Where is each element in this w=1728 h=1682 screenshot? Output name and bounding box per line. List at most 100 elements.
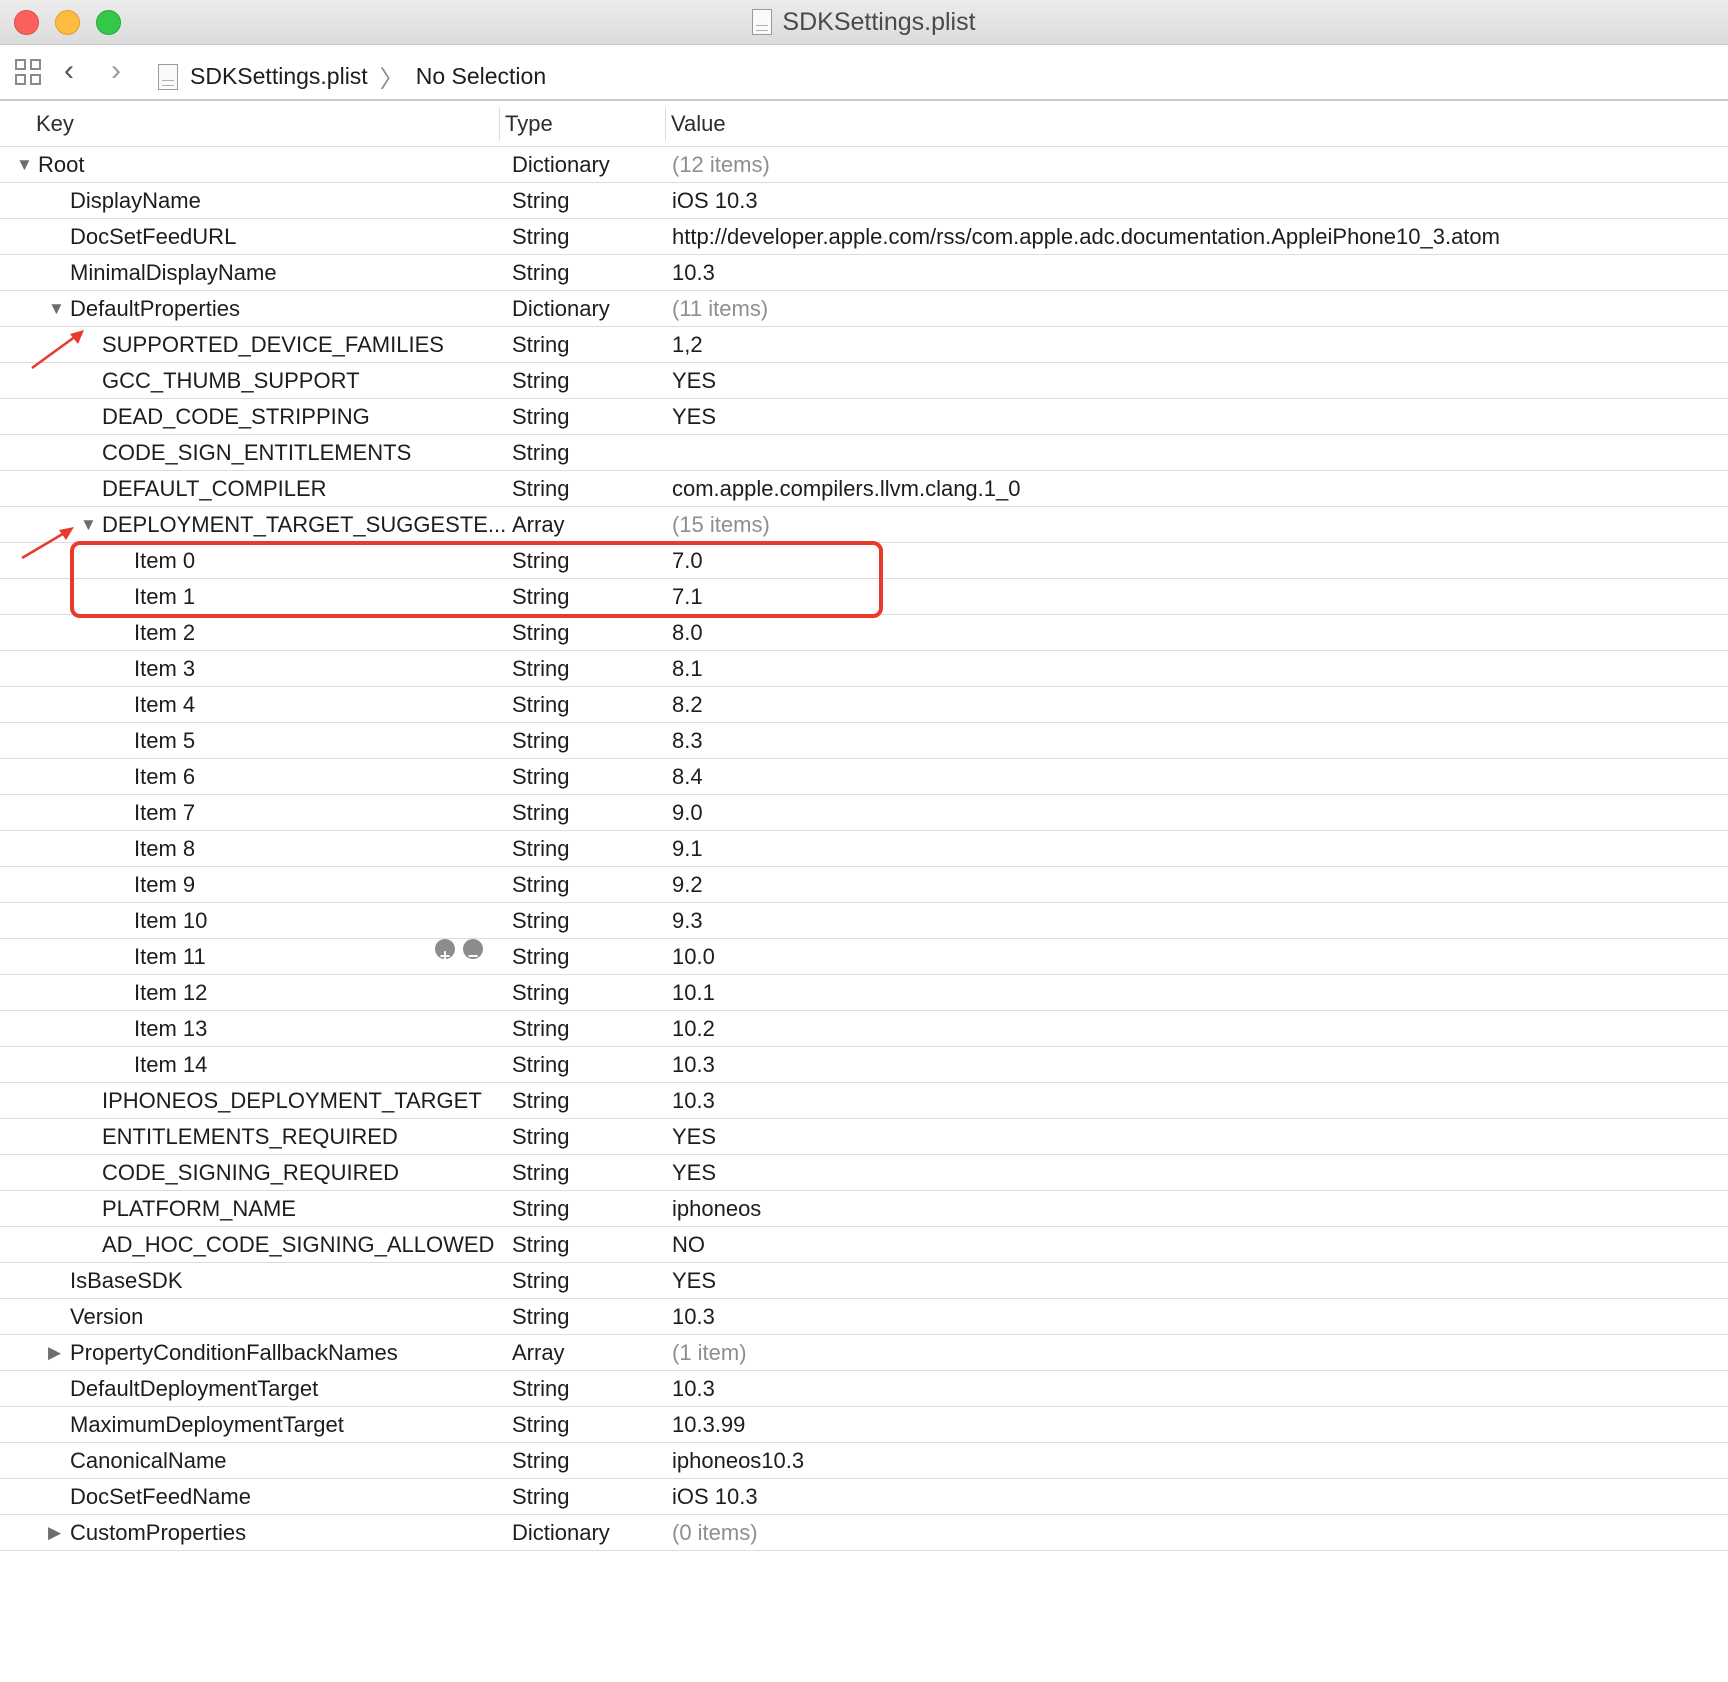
breadcrumb-file[interactable]: SDKSettings.plist <box>190 63 368 90</box>
row-type[interactable]: String <box>512 1371 569 1406</box>
row-key[interactable]: PropertyConditionFallbackNames <box>70 1335 398 1370</box>
row-key[interactable]: MaximumDeploymentTarget <box>70 1407 344 1442</box>
row-key[interactable]: DEFAULT_COMPILER <box>102 471 327 506</box>
row-type[interactable]: String <box>512 255 569 290</box>
table-row[interactable]: ▶ PropertyConditionFallbackNames Array (1 i… <box>0 1335 1728 1371</box>
row-type[interactable]: String <box>512 687 569 722</box>
table-row[interactable]: Item 7 String 9.0 <box>0 795 1728 831</box>
row-type[interactable]: Dictionary <box>512 291 610 326</box>
row-key[interactable]: Item 9 <box>134 867 195 902</box>
row-value[interactable]: 9.2 <box>672 867 703 902</box>
column-divider[interactable] <box>499 107 500 141</box>
row-key[interactable]: IsBaseSDK <box>70 1263 183 1298</box>
row-key[interactable]: IPHONEOS_DEPLOYMENT_TARGET <box>102 1083 482 1118</box>
table-row[interactable]: DisplayName String iOS 10.3 <box>0 183 1728 219</box>
row-key[interactable]: CODE_SIGN_ENTITLEMENTS <box>102 435 411 470</box>
table-row[interactable]: Item 12 String 10.1 <box>0 975 1728 1011</box>
row-value[interactable]: 10.0 <box>672 939 715 974</box>
row-type[interactable]: String <box>512 651 569 686</box>
row-type[interactable]: String <box>512 1083 569 1118</box>
row-type[interactable]: String <box>512 1443 569 1478</box>
row-value[interactable]: 8.3 <box>672 723 703 758</box>
column-divider[interactable] <box>665 107 666 141</box>
row-type[interactable]: String <box>512 1011 569 1046</box>
row-key[interactable]: SUPPORTED_DEVICE_FAMILIES <box>102 327 444 362</box>
row-value[interactable]: iphoneos <box>672 1191 761 1226</box>
table-row[interactable]: Version String 10.3 <box>0 1299 1728 1335</box>
table-row[interactable]: Item 4 String 8.2 <box>0 687 1728 723</box>
table-row[interactable]: IsBaseSDK String YES <box>0 1263 1728 1299</box>
row-value[interactable]: YES <box>672 1119 716 1154</box>
row-key[interactable]: CustomProperties <box>70 1515 246 1550</box>
row-key[interactable]: Item 12 <box>134 975 207 1010</box>
row-value[interactable]: 10.1 <box>672 975 715 1010</box>
table-row[interactable]: ▼ DEPLOYMENT_TARGET_SUGGESTE... Array (15 i… <box>0 507 1728 543</box>
table-row[interactable]: Item 10 String 9.3 <box>0 903 1728 939</box>
row-value[interactable]: YES <box>672 1155 716 1190</box>
table-row[interactable]: ▼ Root Dictionary (12 items) <box>0 147 1728 183</box>
row-value[interactable]: 10.3 <box>672 1083 715 1118</box>
row-value[interactable]: 8.2 <box>672 687 703 722</box>
table-row[interactable]: Item 5 String 8.3 <box>0 723 1728 759</box>
row-key[interactable]: Item 5 <box>134 723 195 758</box>
row-key[interactable]: Root <box>38 147 84 182</box>
row-type[interactable]: String <box>512 1047 569 1082</box>
disclosure-triangle-expanded-icon[interactable]: ▼ <box>16 147 33 182</box>
row-type[interactable]: String <box>512 939 569 974</box>
row-type[interactable]: String <box>512 363 569 398</box>
row-key[interactable]: DocSetFeedName <box>70 1479 251 1514</box>
add-item-icon[interactable]: + <box>435 939 455 966</box>
row-value[interactable]: 10.3.99 <box>672 1407 745 1442</box>
disclosure-triangle-expanded-icon[interactable]: ▼ <box>48 291 65 326</box>
row-value[interactable]: YES <box>672 1263 716 1298</box>
row-type[interactable]: String <box>512 615 569 650</box>
row-type[interactable]: String <box>512 327 569 362</box>
table-row[interactable]: DocSetFeedURL String http://developer.appl… <box>0 219 1728 255</box>
table-row[interactable]: Item 13 String 10.2 <box>0 1011 1728 1047</box>
table-row[interactable]: Item 3 String 8.1 <box>0 651 1728 687</box>
row-key[interactable]: AD_HOC_CODE_SIGNING_ALLOWED <box>102 1227 494 1262</box>
row-key[interactable]: Item 6 <box>134 759 195 794</box>
row-key[interactable]: ENTITLEMENTS_REQUIRED <box>102 1119 398 1154</box>
row-value[interactable]: (1 item) <box>672 1335 747 1370</box>
table-row[interactable]: CODE_SIGN_ENTITLEMENTS String <box>0 435 1728 471</box>
remove-item-icon[interactable]: − <box>463 939 483 966</box>
row-value[interactable]: 9.3 <box>672 903 703 938</box>
row-value[interactable]: YES <box>672 399 716 434</box>
row-type[interactable]: String <box>512 1263 569 1298</box>
row-key[interactable]: Item 8 <box>134 831 195 866</box>
table-row[interactable]: CODE_SIGNING_REQUIRED String YES <box>0 1155 1728 1191</box>
breadcrumb-selection[interactable]: No Selection <box>416 63 546 90</box>
row-key[interactable]: Item 11 <box>134 939 206 974</box>
row-key[interactable]: DEAD_CODE_STRIPPING <box>102 399 370 434</box>
row-type[interactable]: String <box>512 471 569 506</box>
table-row[interactable]: DEAD_CODE_STRIPPING String YES <box>0 399 1728 435</box>
table-row[interactable]: CanonicalName String iphoneos10.3 <box>0 1443 1728 1479</box>
row-type[interactable]: String <box>512 183 569 218</box>
row-key[interactable]: Item 2 <box>134 615 195 650</box>
row-key[interactable]: CanonicalName <box>70 1443 227 1478</box>
row-key[interactable]: GCC_THUMB_SUPPORT <box>102 363 360 398</box>
row-type[interactable]: String <box>512 219 569 254</box>
row-type[interactable]: String <box>512 1479 569 1514</box>
row-value[interactable]: 10.3 <box>672 1047 715 1082</box>
table-row[interactable]: Item 6 String 8.4 <box>0 759 1728 795</box>
disclosure-triangle-expanded-icon[interactable]: ▼ <box>80 507 97 542</box>
row-key[interactable]: Item 4 <box>134 687 195 722</box>
table-row[interactable]: MinimalDisplayName String 10.3 <box>0 255 1728 291</box>
row-value[interactable]: 8.4 <box>672 759 703 794</box>
row-value[interactable]: iOS 10.3 <box>672 183 758 218</box>
row-value[interactable]: 10.3 <box>672 255 715 290</box>
row-key[interactable]: DefaultDeploymentTarget <box>70 1371 318 1406</box>
row-type[interactable]: String <box>512 759 569 794</box>
row-value[interactable]: 8.1 <box>672 651 703 686</box>
table-row[interactable]: DEFAULT_COMPILER String com.apple.compiler… <box>0 471 1728 507</box>
row-type[interactable]: String <box>512 1407 569 1442</box>
row-value[interactable]: (11 items) <box>672 291 768 326</box>
row-type[interactable]: Dictionary <box>512 1515 610 1550</box>
table-row[interactable]: Item 14 String 10.3 <box>0 1047 1728 1083</box>
row-value[interactable]: iphoneos10.3 <box>672 1443 804 1478</box>
back-chevron-icon[interactable]: ‹ <box>64 56 74 86</box>
row-key[interactable]: Item 7 <box>134 795 195 830</box>
row-type[interactable]: String <box>512 867 569 902</box>
